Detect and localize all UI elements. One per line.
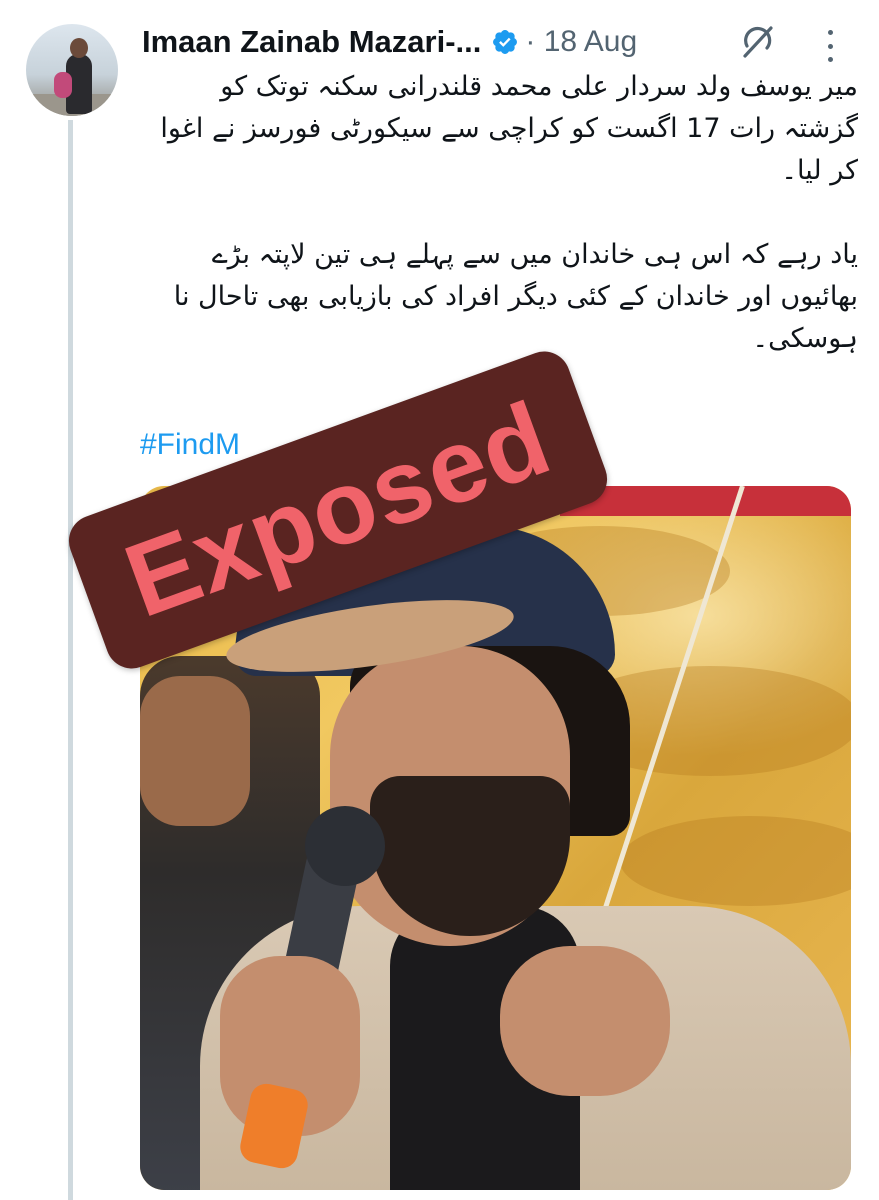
tweet-date[interactable]: · 18 Aug: [525, 25, 637, 59]
avatar[interactable]: [26, 24, 118, 116]
tweet-paragraph-1: میر یوسف ولد سردار علی محمد قلندرانی سکن…: [160, 71, 858, 186]
author-name[interactable]: Imaan Zainab Mazari-...: [142, 24, 481, 60]
tweet-text: میر یوسف ولد سردار علی محمد قلندرانی سکن…: [140, 66, 858, 360]
hashtag-link[interactable]: #FindM: [140, 428, 240, 462]
verified-badge-icon: [491, 28, 519, 56]
tweet-header: Imaan Zainab Mazari-... · 18 Aug: [142, 18, 637, 66]
thread-line: [68, 120, 73, 1200]
grok-icon[interactable]: [737, 22, 777, 62]
tweet-paragraph-2: یاد رہے کہ اس ہی خاندان میں سے پہلے ہی ت…: [173, 239, 858, 354]
more-icon[interactable]: [822, 30, 838, 62]
